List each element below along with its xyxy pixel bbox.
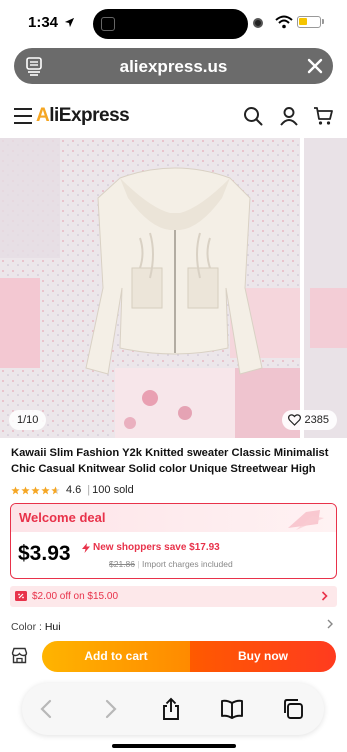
original-price: $21.86 [109, 559, 135, 569]
product-title: Kawaii Slim Fashion Y2k Knitted sweater … [11, 447, 329, 475]
hamburger-menu-icon[interactable] [14, 108, 32, 124]
star-icon [21, 485, 30, 494]
camera-indicator-icon [253, 18, 263, 28]
address-bar[interactable]: aliexpress.us [14, 48, 333, 84]
star-icon [41, 485, 50, 494]
savings-text: New shoppers save $17.93 [93, 542, 220, 553]
rating-value: 4.6 [66, 484, 82, 496]
account-icon[interactable] [279, 106, 299, 126]
rating-divider: | [87, 484, 91, 496]
search-icon[interactable] [243, 106, 263, 126]
cart-icon[interactable] [313, 106, 334, 126]
star-icon [31, 485, 40, 494]
coupon-text: $2.00 off on $15.00 [32, 591, 119, 602]
url-text[interactable]: aliexpress.us [64, 57, 283, 77]
color-label: Color : [11, 621, 45, 633]
star-icon [11, 485, 20, 494]
color-selector[interactable]: Color : Hui [11, 621, 61, 633]
aliexpress-logo[interactable]: AliExpress [36, 105, 130, 127]
deal-header: Welcome deal [11, 504, 336, 532]
tabs-icon[interactable] [281, 697, 305, 721]
image-counter: 1/10 [9, 410, 47, 430]
sale-price: $3.93 [18, 542, 71, 565]
rating-row[interactable]: 4.6 | 100 sold [11, 483, 134, 497]
new-shopper-savings: New shoppers save $17.93 [82, 542, 220, 553]
coupon-icon [15, 591, 27, 601]
original-price-line: $21.86 | Import charges included [109, 559, 233, 569]
product-photo [0, 138, 347, 438]
bookmarks-icon[interactable] [220, 697, 244, 721]
store-icon[interactable] [11, 647, 28, 664]
wishlist-count: 2385 [304, 414, 329, 426]
import-note: Import charges included [141, 559, 233, 569]
wishlist-button[interactable]: 2385 [281, 410, 337, 430]
browser-toolbar [22, 683, 324, 735]
chevron-right-icon[interactable] [321, 591, 328, 601]
site-header: AliExpress [0, 96, 347, 136]
deal-decoration-icon [288, 510, 324, 530]
location-arrow-icon [64, 17, 75, 28]
heart-icon[interactable] [287, 414, 301, 426]
sold-count: 100 sold [92, 484, 134, 496]
status-time: 1:34 [28, 14, 59, 31]
star-half-icon [51, 485, 60, 494]
rating-stars [11, 485, 60, 495]
page-menu-icon[interactable] [24, 56, 44, 76]
home-indicator [112, 744, 236, 748]
buy-now-button[interactable]: Buy now [190, 641, 336, 672]
status-bar: 1:34 [0, 0, 347, 46]
color-value: Hui [44, 621, 61, 633]
add-to-cart-button[interactable]: Add to cart [42, 641, 190, 672]
battery-icon [297, 16, 321, 28]
island-indicator-icon [101, 17, 115, 31]
forward-icon[interactable] [98, 697, 122, 721]
wifi-icon [275, 15, 293, 29]
share-icon[interactable] [159, 697, 183, 721]
welcome-deal-box: Welcome deal $3.93 New shoppers save $17… [10, 503, 337, 579]
close-icon[interactable] [306, 57, 324, 75]
back-icon[interactable] [35, 697, 59, 721]
deal-title: Welcome deal [19, 510, 106, 525]
coupon-row[interactable]: $2.00 off on $15.00 [10, 586, 337, 607]
bolt-icon [82, 542, 90, 553]
dynamic-island [93, 9, 248, 39]
product-image-gallery[interactable]: 1/10 2385 [0, 138, 347, 438]
chevron-right-icon[interactable] [327, 619, 333, 629]
